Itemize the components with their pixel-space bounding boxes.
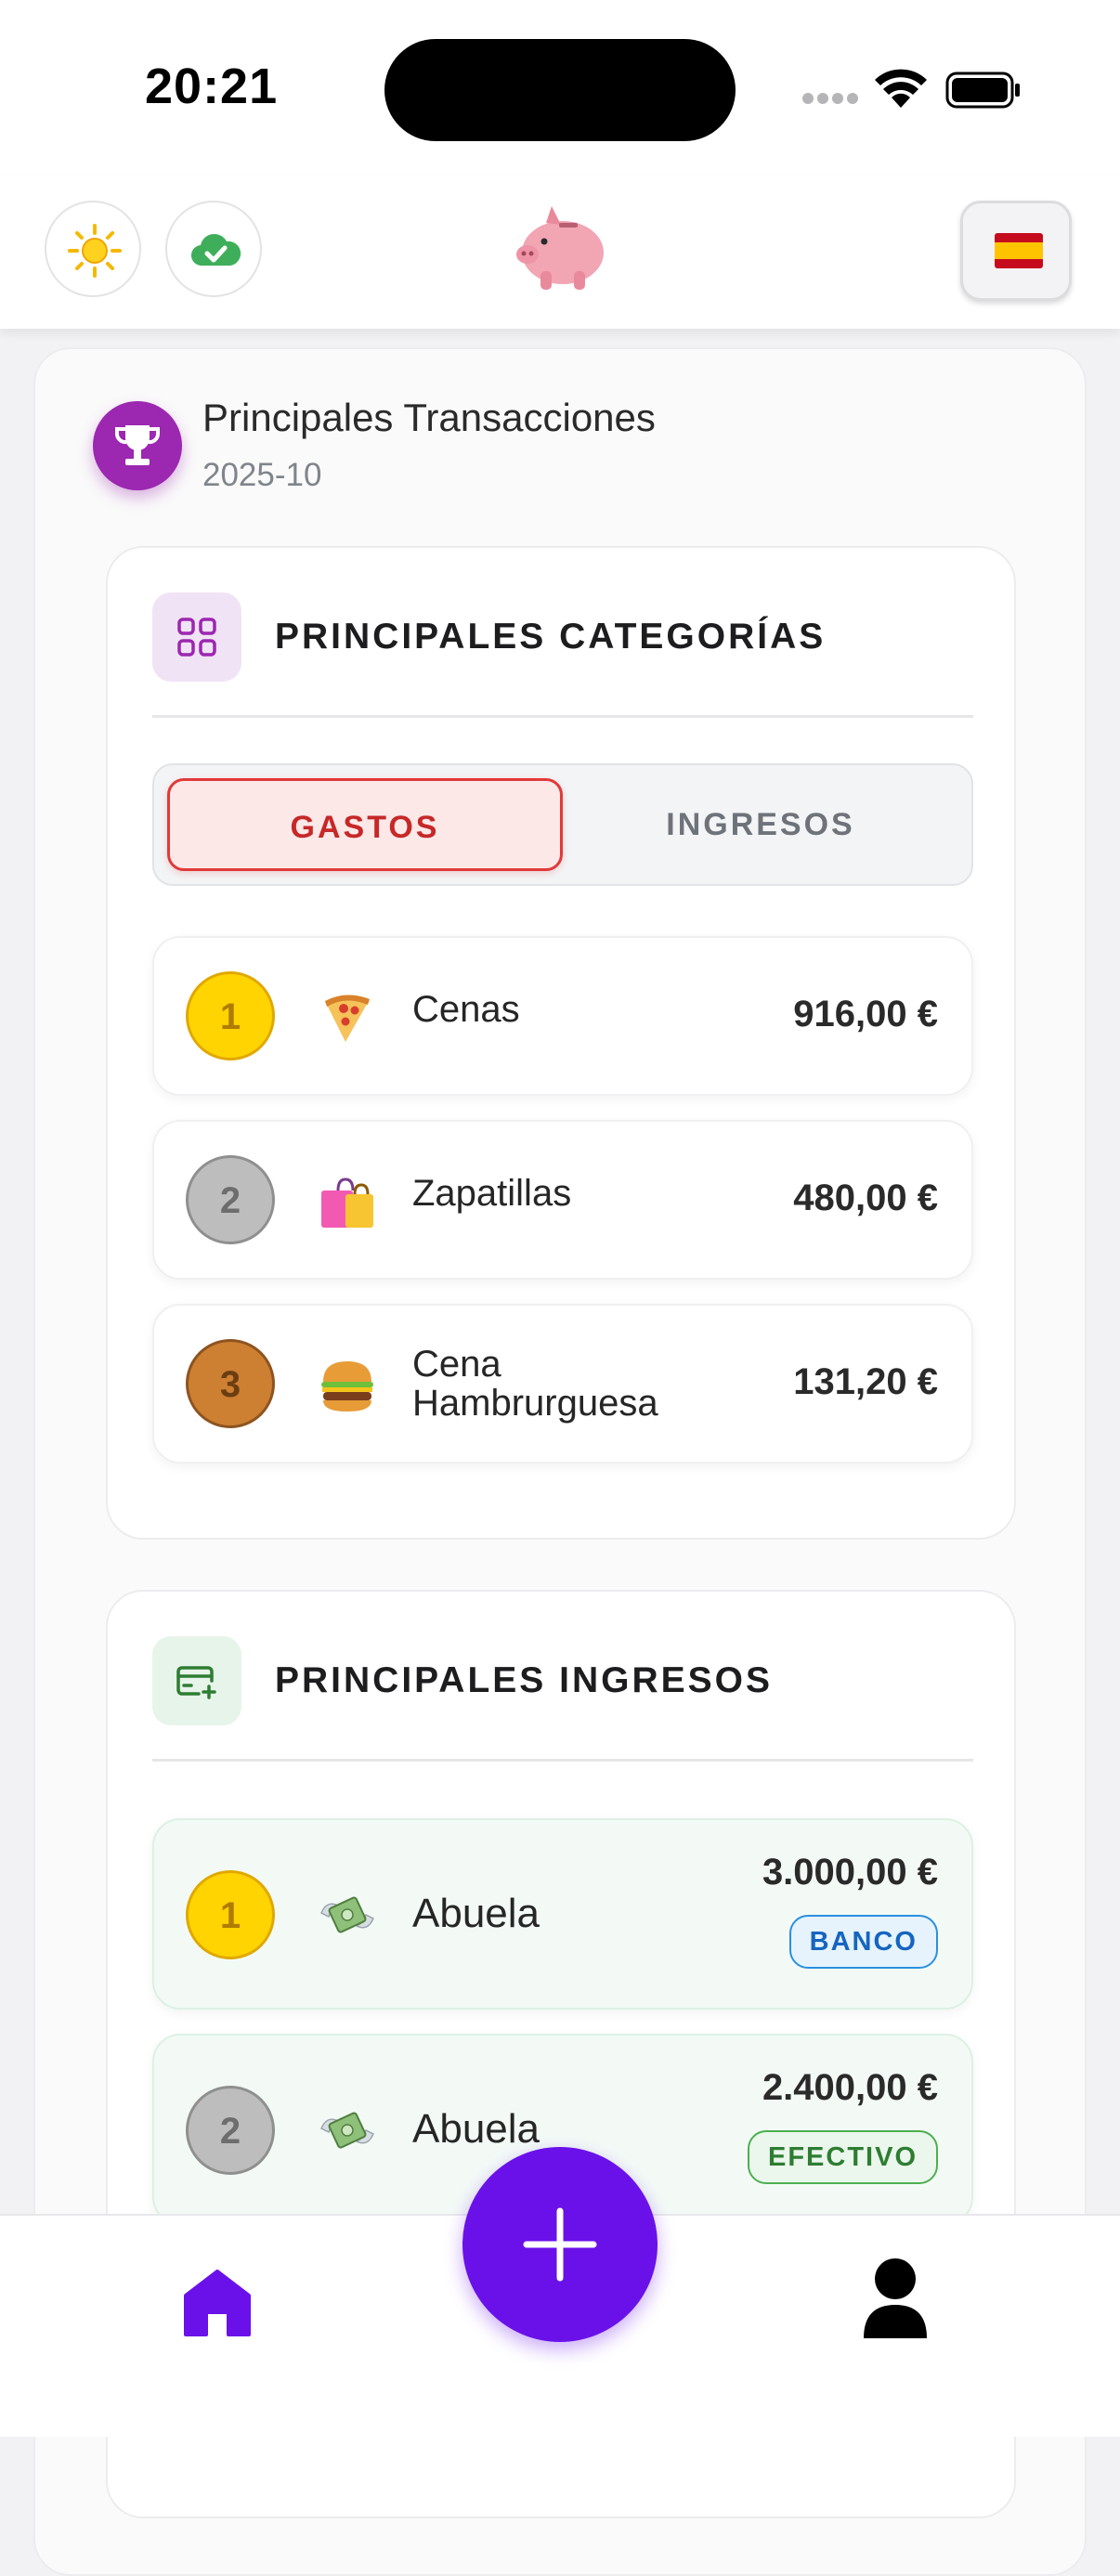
cloud-check-icon	[190, 233, 241, 267]
categories-icon-badge	[152, 592, 241, 682]
spain-flag-icon	[995, 233, 1043, 268]
theme-toggle-button[interactable]	[45, 201, 141, 297]
tab-gastos[interactable]: GASTOS	[167, 778, 563, 871]
dynamic-island	[384, 39, 736, 141]
card-plus-icon	[176, 1666, 216, 1699]
sync-status-button[interactable]	[165, 201, 262, 297]
piggy-bank-icon	[516, 206, 604, 290]
period-label: 2025-10	[202, 457, 322, 493]
grid-icon	[177, 618, 216, 657]
tab-ingresos[interactable]: INGRESOS	[563, 778, 958, 871]
rank-2-medal: 2	[186, 2086, 275, 2175]
wifi-icon	[875, 69, 927, 108]
trophy-icon	[114, 425, 161, 465]
category-amount: 131,20 €	[793, 1361, 938, 1402]
trophy-icon-badge	[93, 401, 182, 490]
rank-1-medal: 1	[186, 971, 275, 1060]
category-amount: 480,00 €	[793, 1177, 938, 1218]
money-wings-icon	[320, 1896, 374, 1933]
battery-icon	[945, 72, 1020, 109]
rank-2-medal: 2	[186, 1155, 275, 1244]
section-divider	[152, 715, 973, 718]
category-name: Cena Hambrurguesa	[412, 1344, 658, 1424]
income-name: Abuela	[412, 2106, 540, 2152]
income-name: Abuela	[412, 1891, 540, 1936]
section-divider	[152, 1759, 973, 1762]
sun-icon	[68, 224, 122, 278]
categories-title: PRINCIPALES CATEGORÍAS	[275, 617, 827, 657]
category-name: Cenas	[412, 989, 520, 1030]
shopping-bags-icon	[321, 1177, 373, 1228]
income-amount: 3.000,00 €	[762, 1852, 938, 1893]
home-icon[interactable]	[182, 2268, 253, 2338]
income-row[interactable]: 1 Abuela 3.000,00 € BANCO	[152, 1818, 973, 2010]
account-badge-bank: BANCO	[788, 1915, 938, 1969]
language-button[interactable]	[960, 201, 1072, 301]
category-row[interactable]: 1 Cenas 916,00 €	[152, 936, 973, 1096]
category-name: Zapatillas	[412, 1173, 572, 1214]
income-amount: 2.400,00 €	[762, 2067, 938, 2108]
money-wings-icon	[320, 2112, 374, 2149]
category-row[interactable]: 3 Cena Hambrurguesa 131,20 €	[152, 1304, 973, 1464]
user-icon[interactable]	[860, 2257, 931, 2342]
burger-icon	[321, 1361, 373, 1412]
status-time: 20:21	[145, 59, 279, 114]
add-transaction-button[interactable]	[462, 2147, 658, 2342]
pizza-icon	[325, 995, 370, 1042]
account-badge-cash: EFECTIVO	[747, 2130, 938, 2184]
incomes-icon-badge	[152, 1636, 241, 1725]
plus-icon	[523, 2207, 597, 2282]
rank-1-medal: 1	[186, 1870, 275, 1959]
app-header	[0, 176, 1120, 329]
page-title: Principales Transacciones	[202, 396, 656, 439]
category-row[interactable]: 2 Zapatillas 480,00 €	[152, 1120, 973, 1280]
status-bar: 20:21	[0, 0, 1120, 176]
category-amount: 916,00 €	[793, 994, 938, 1034]
incomes-title: PRINCIPALES INGRESOS	[275, 1660, 774, 1700]
type-toggle: GASTOS INGRESOS	[152, 763, 973, 886]
top-categories-section: PRINCIPALES CATEGORÍAS GASTOS INGRESOS 1…	[106, 546, 1016, 1540]
signal-icon	[802, 89, 858, 104]
rank-3-medal: 3	[186, 1339, 275, 1428]
